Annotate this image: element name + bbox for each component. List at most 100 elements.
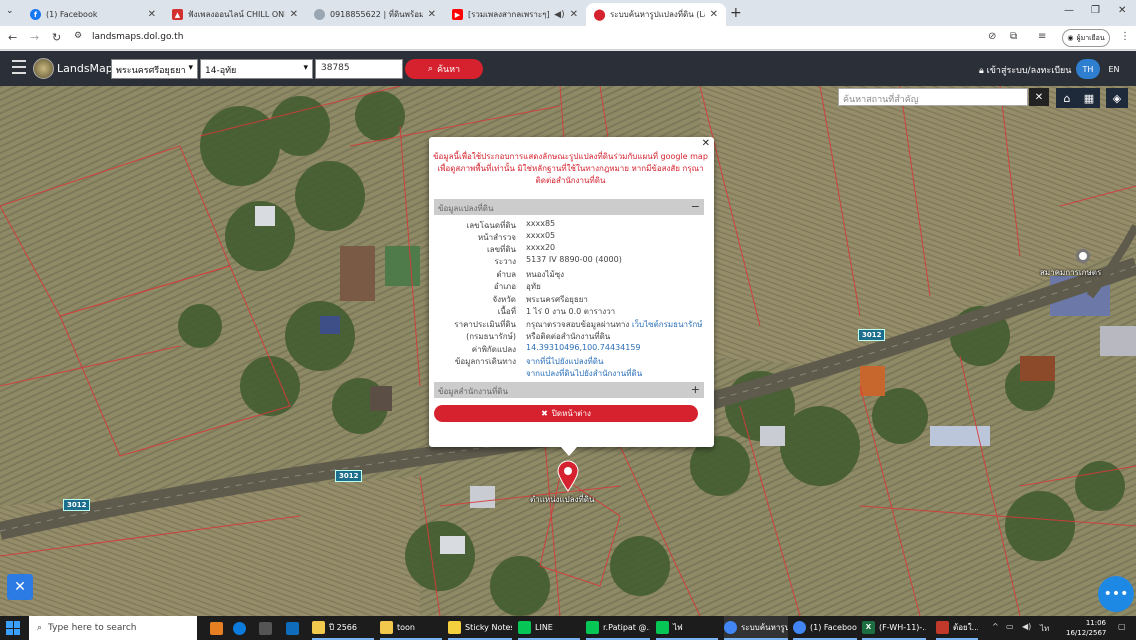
tab-landsmaps[interactable]: ⬤ ระบบค้นหารูปแปลงที่ดิน (LandsMaps ✕ <box>586 3 726 26</box>
url-field[interactable]: landsmaps.dol.go.th <box>92 32 183 42</box>
taskbar-app-chrome-facebook[interactable]: (1) Faceboo... <box>793 616 857 640</box>
logo-text: LandsMaps <box>57 62 119 75</box>
row-key: ระวาง <box>494 257 516 266</box>
parcel-number-input[interactable]: 38785 <box>315 59 403 79</box>
search-icon: ⌕ <box>427 64 433 74</box>
province-select[interactable]: พระนครศรีอยุธยา <box>111 59 198 79</box>
info-row: อำเภอ อุทัย <box>434 280 704 292</box>
more-menu-icon[interactable]: ⋮ <box>1120 31 1130 42</box>
maximize-icon[interactable]: ❐ <box>1091 5 1100 16</box>
youtube-icon: ▶ <box>452 9 463 20</box>
tab-land-listing[interactable]: 0918855622 | ที่ดินพร้อมสิ่งปลูกสร้าง ✕ <box>306 3 444 26</box>
lang-en-button[interactable]: EN <box>1104 59 1124 79</box>
tray-chevron-icon[interactable]: ^ <box>992 622 999 631</box>
hamburger-menu-icon[interactable] <box>12 60 26 74</box>
place-search-input[interactable]: ค้นหาสถานที่สำคัญ <box>838 88 1028 106</box>
taskbar-app-folder-2566[interactable]: ปี 2566 <box>312 616 374 640</box>
row-value: xxxx20 <box>526 243 556 252</box>
taskbar-app-label: Sticky Notes <box>465 622 512 632</box>
taskbar-app-sticky-notes[interactable]: Sticky Notes <box>448 616 512 640</box>
minimize-icon[interactable]: — <box>1064 5 1074 16</box>
row-key: อำเภอ <box>493 282 516 291</box>
close-tab-icon[interactable]: ✕ <box>290 9 298 20</box>
tab-chill-online[interactable]: ▲ ฟังเพลงออนไลน์ CHILL ONLINE - ฟ ✕ <box>164 3 306 26</box>
road-sign-3012: 3012 <box>63 499 91 511</box>
clear-search-icon[interactable]: ✕ <box>1029 88 1049 106</box>
expand-plus-icon[interactable]: + <box>691 383 700 396</box>
search-button[interactable]: ⌕ ค้นหา <box>405 59 483 79</box>
taskbar-app-excel[interactable]: X (F-WH-11)-... <box>862 616 926 640</box>
province-value: พระนครศรีอยุธยา <box>116 66 186 76</box>
search-icon: ⌕ <box>37 623 43 633</box>
taskbar-search-box[interactable]: ⌕ Type here to search <box>29 616 197 640</box>
taskbar-search-placeholder: Type here to search <box>48 623 137 633</box>
close-popup-button[interactable]: ✖ ปิดหน้าต่าง <box>434 405 698 422</box>
address-bar-row: ← → ↻ ⚙ landsmaps.dol.go.th ⊘ ⧉ ≡ ◉ ผู้ม… <box>0 26 1136 50</box>
store-icon <box>259 621 272 635</box>
taskbar-pinned-app[interactable] <box>233 616 246 640</box>
landmark-pin-icon[interactable] <box>1076 249 1090 263</box>
volume-icon[interactable]: ◀) <box>1022 622 1031 631</box>
edge-icon <box>233 621 246 635</box>
taskbar-app-line-chat[interactable]: r.Patipat @... <box>586 616 650 640</box>
more-options-fab[interactable]: ••• <box>1098 576 1134 612</box>
close-tab-icon[interactable]: ✕ <box>428 9 436 20</box>
tab-list-chevron-icon[interactable]: ⌄ <box>6 6 14 16</box>
taskbar-app-label: ระบบค้นหารูป... <box>741 622 788 632</box>
line-icon <box>656 620 669 634</box>
close-window-icon[interactable]: ✕ <box>1118 5 1126 16</box>
treasury-website-link[interactable]: เว็บไซต์กรมธนารักษ์ <box>632 320 703 329</box>
parcel-location-marker-icon[interactable] <box>556 460 580 492</box>
login-register-link[interactable]: 🔒︎ เข้าสู่ระบบ/ลงทะเบียน <box>979 63 1071 77</box>
taskbar-app-folder-toon[interactable]: toon <box>380 616 442 640</box>
row-key: (กรมธนารักษ์) <box>466 332 516 341</box>
taskbar-clock[interactable]: 11:06 16/12/2567 <box>1066 618 1106 638</box>
section-header-parcel-info[interactable]: ข้อมูลแปลงที่ดิน − <box>434 199 704 215</box>
taskbar-pinned-app[interactable] <box>210 616 223 640</box>
taskbar-app-other[interactable]: ต้อยใ... <box>936 616 978 640</box>
folder-icon <box>312 620 325 634</box>
outlook-icon <box>286 621 299 635</box>
windows-start-icon[interactable] <box>6 621 20 635</box>
popup-close-icon[interactable]: ✕ <box>702 138 710 149</box>
coordinates-link[interactable]: 14.39310496,100.74434159 <box>526 343 641 352</box>
taskbar-app-line[interactable]: LINE <box>518 616 580 640</box>
translate-icon[interactable]: ⧉ <box>1010 31 1017 42</box>
tab-youtube-music[interactable]: ▶ [รวมเพลงสากลเพราะๆ] Cover | ◀) ✕ <box>444 3 586 26</box>
notifications-icon[interactable]: ▢ <box>1118 622 1126 631</box>
profile-button[interactable]: ◉ ผู้มาเยือน <box>1062 29 1110 47</box>
directions-to-office-link[interactable]: จากแปลงที่ดินไปยังสำนักงานที่ดิน <box>526 367 642 380</box>
back-arrow-icon[interactable]: ← <box>8 31 17 44</box>
media-controls-icon[interactable]: ≡ <box>1038 31 1046 42</box>
sticky-notes-icon <box>448 620 461 634</box>
speaker-icon[interactable]: ◀) <box>554 10 564 20</box>
close-tab-icon[interactable]: ✕ <box>148 9 156 20</box>
lang-th-button[interactable]: TH <box>1076 59 1100 79</box>
taskbar-app-label: toon <box>397 622 415 632</box>
reload-icon[interactable]: ↻ <box>52 31 61 44</box>
network-icon[interactable]: ▭ <box>1006 622 1014 631</box>
new-tab-plus-icon[interactable]: + <box>730 5 742 21</box>
layers-icon[interactable]: ◈ <box>1106 88 1128 108</box>
search-label: ค้นหา <box>436 65 461 75</box>
collapse-minus-icon[interactable]: − <box>691 200 700 213</box>
close-tab-icon[interactable]: ✕ <box>710 9 718 20</box>
site-info-icon[interactable]: ⚙ <box>74 31 82 41</box>
district-select[interactable]: 14-อุทัย <box>200 59 313 79</box>
measure-tools-icon[interactable]: ✕ <box>7 574 33 600</box>
eye-off-icon[interactable]: ⊘ <box>988 31 996 42</box>
language-indicator-icon[interactable]: ไท <box>1040 622 1049 635</box>
tab-facebook[interactable]: f (1) Facebook ✕ <box>22 3 164 26</box>
taskbar-app-chrome-landsmaps[interactable]: ระบบค้นหารูป... <box>724 616 788 640</box>
forward-arrow-icon[interactable]: → <box>30 31 39 44</box>
taskbar-app-line-chat-2[interactable]: ไฟ <box>656 616 718 640</box>
taskbar-pinned-app[interactable] <box>286 616 299 640</box>
taskbar-pinned-app[interactable] <box>259 616 272 640</box>
district-value: 14-อุทัย <box>205 66 237 76</box>
taskbar-app-label: LINE <box>535 622 553 632</box>
section-header-office-info[interactable]: ข้อมูลสำนักงานที่ดิน + <box>434 382 704 398</box>
close-tab-icon[interactable]: ✕ <box>570 9 578 20</box>
info-row-price-cont: (กรมธนารักษ์) หรือติดต่อสำนักงานที่ดิน <box>434 330 704 342</box>
home-icon[interactable]: ⌂ <box>1056 88 1078 108</box>
grid-layer-icon[interactable]: ▦ <box>1078 88 1100 108</box>
